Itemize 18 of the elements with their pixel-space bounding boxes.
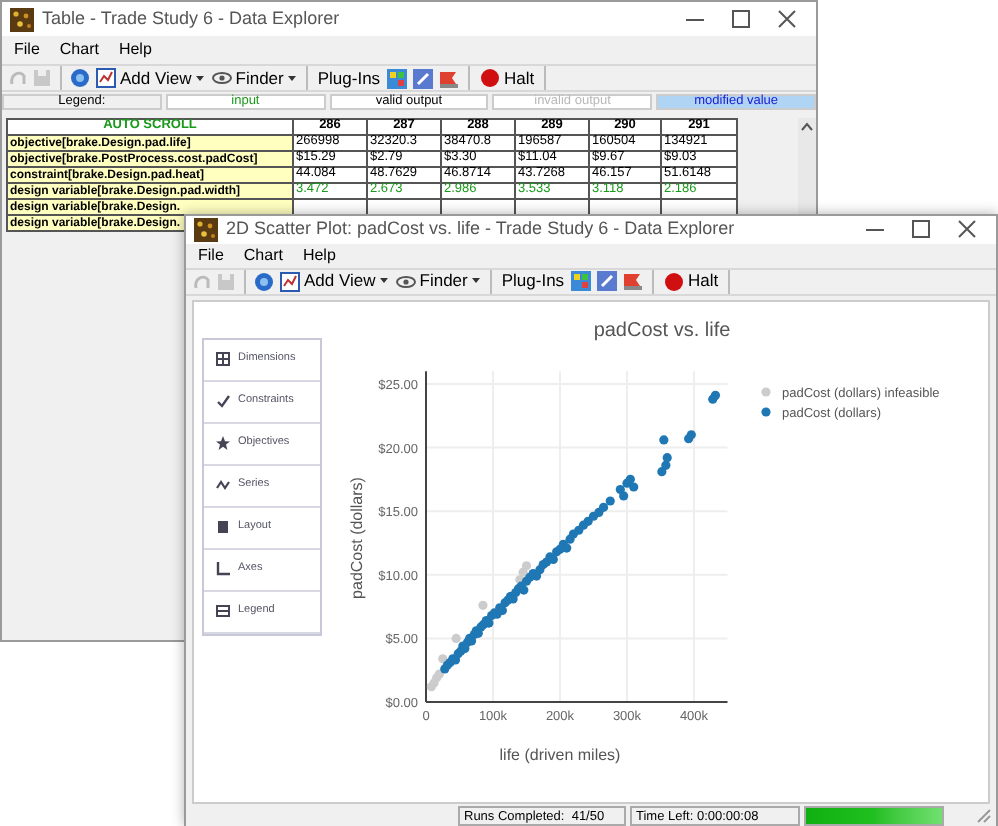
toolbar-label: Plug-Ins [499, 268, 567, 294]
halt-button[interactable]: Halt [662, 268, 721, 294]
chart-title: padCost vs. life [593, 319, 731, 341]
toolbar-dropdown[interactable]: Finder [209, 65, 298, 91]
y-axis-label: padCost (dollars) [348, 476, 366, 598]
menu-item[interactable]: Help [294, 243, 344, 267]
halt-button[interactable]: Halt [478, 65, 537, 91]
menu-item[interactable]: Chart [51, 38, 107, 62]
toolbar-label: Plug-Ins [315, 65, 383, 91]
toolbar-dropdown[interactable]: Add View [94, 65, 206, 91]
menu-item[interactable]: Chart [235, 243, 291, 267]
toolbar-dropdown[interactable]: Finder [393, 268, 482, 294]
x-axis-label: life (driven miles) [499, 745, 621, 763]
window-title: Table - Trade Study 6 - Data Explorer [42, 5, 340, 32]
menu-item[interactable]: File [6, 38, 48, 62]
toolbar-dropdown[interactable]: Add View [278, 268, 390, 294]
menu-item[interactable]: File [190, 243, 232, 267]
menu-item[interactable]: Help [110, 38, 160, 62]
